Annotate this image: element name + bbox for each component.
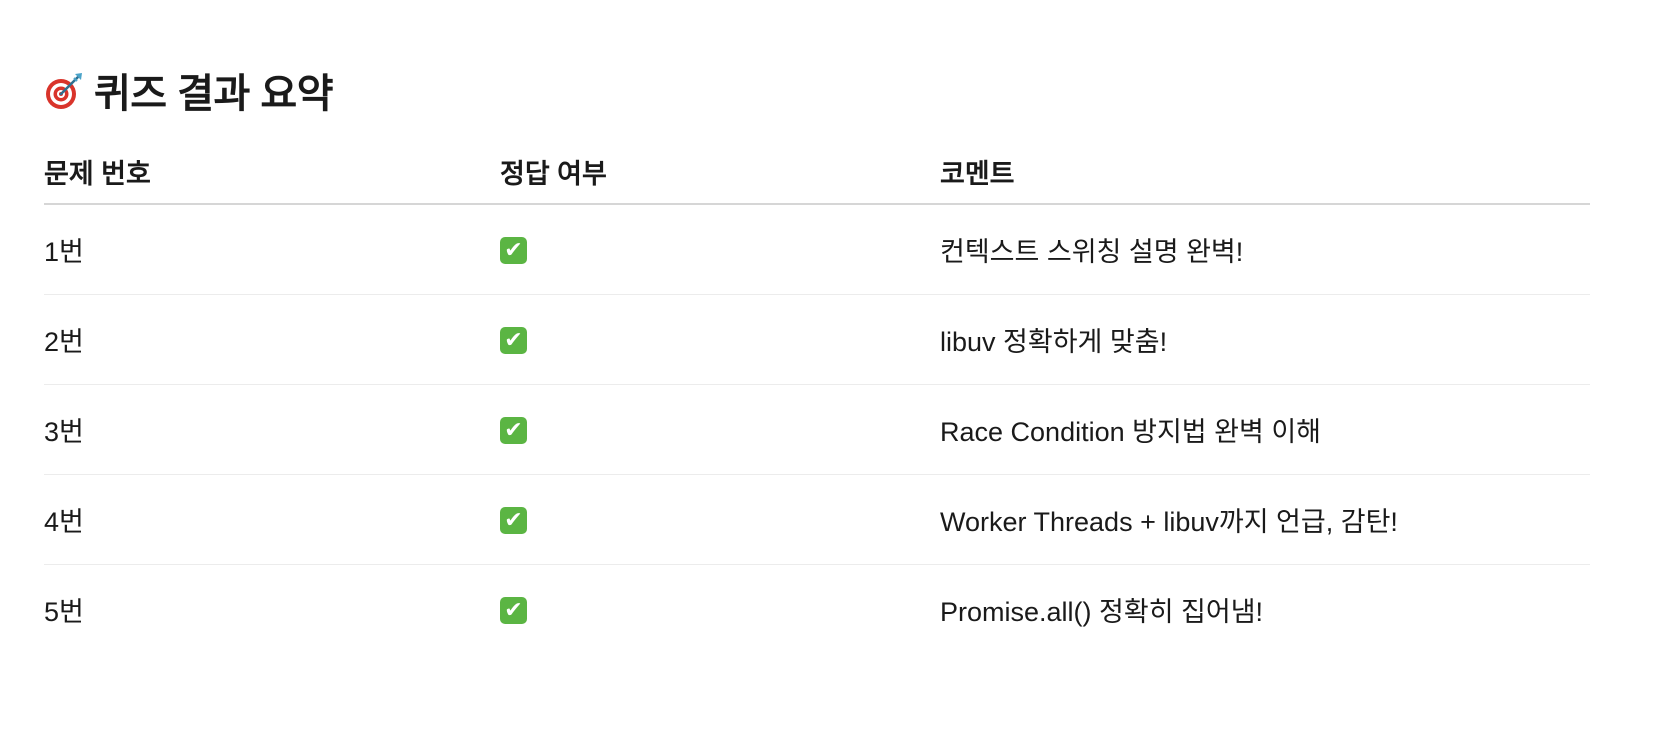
check-mark-icon: ✔ — [500, 597, 527, 625]
table-row: 4번 ✔ Worker Threads + libuv까지 언급, 감탄! — [44, 474, 1590, 565]
check-mark-icon: ✔ — [500, 507, 527, 535]
question-number-cell: 1번 — [44, 204, 500, 295]
column-header-number: 문제 번호 — [44, 140, 500, 205]
check-mark-icon: ✔ — [500, 327, 527, 355]
quiz-results-table: 문제 번호 정답 여부 코멘트 1번 ✔ 컨텍스트 스위칭 설명 완벽! 2번 … — [44, 140, 1590, 654]
table-row: 5번 ✔ Promise.all() 정확히 집어냄! — [44, 565, 1590, 655]
question-number-cell: 2번 — [44, 294, 500, 385]
check-mark-icon: ✔ — [500, 417, 527, 445]
question-number-cell: 4번 — [44, 474, 500, 565]
result-cell: ✔ — [500, 474, 940, 565]
result-cell: ✔ — [500, 565, 940, 655]
dart-target-icon — [44, 69, 86, 111]
section-heading: 퀴즈 결과 요약 — [44, 62, 334, 118]
result-cell: ✔ — [500, 384, 940, 475]
comment-cell: Worker Threads + libuv까지 언급, 감탄! — [940, 474, 1590, 565]
comment-cell: libuv 정확하게 맞춤! — [940, 294, 1590, 385]
check-mark-icon: ✔ — [500, 237, 527, 265]
result-cell: ✔ — [500, 204, 940, 295]
comment-cell: Promise.all() 정확히 집어냄! — [940, 597, 1264, 627]
column-header-comment: 코멘트 — [940, 140, 1590, 205]
page-title: 퀴즈 결과 요약 — [94, 72, 334, 116]
table-header-row: 문제 번호 정답 여부 코멘트 — [44, 140, 1590, 205]
table-row: 2번 ✔ libuv 정확하게 맞춤! — [44, 294, 1590, 385]
question-number-cell: 5번 — [44, 597, 84, 627]
column-header-result: 정답 여부 — [500, 140, 940, 205]
question-number-cell: 3번 — [44, 384, 500, 475]
result-cell: ✔ — [500, 294, 940, 385]
table-row: 1번 ✔ 컨텍스트 스위칭 설명 완벽! — [44, 204, 1590, 295]
table-row: 3번 ✔ Race Condition 방지법 완벽 이해 — [44, 384, 1590, 475]
comment-cell: Race Condition 방지법 완벽 이해 — [940, 384, 1590, 475]
comment-cell: 컨텍스트 스위칭 설명 완벽! — [940, 204, 1590, 295]
